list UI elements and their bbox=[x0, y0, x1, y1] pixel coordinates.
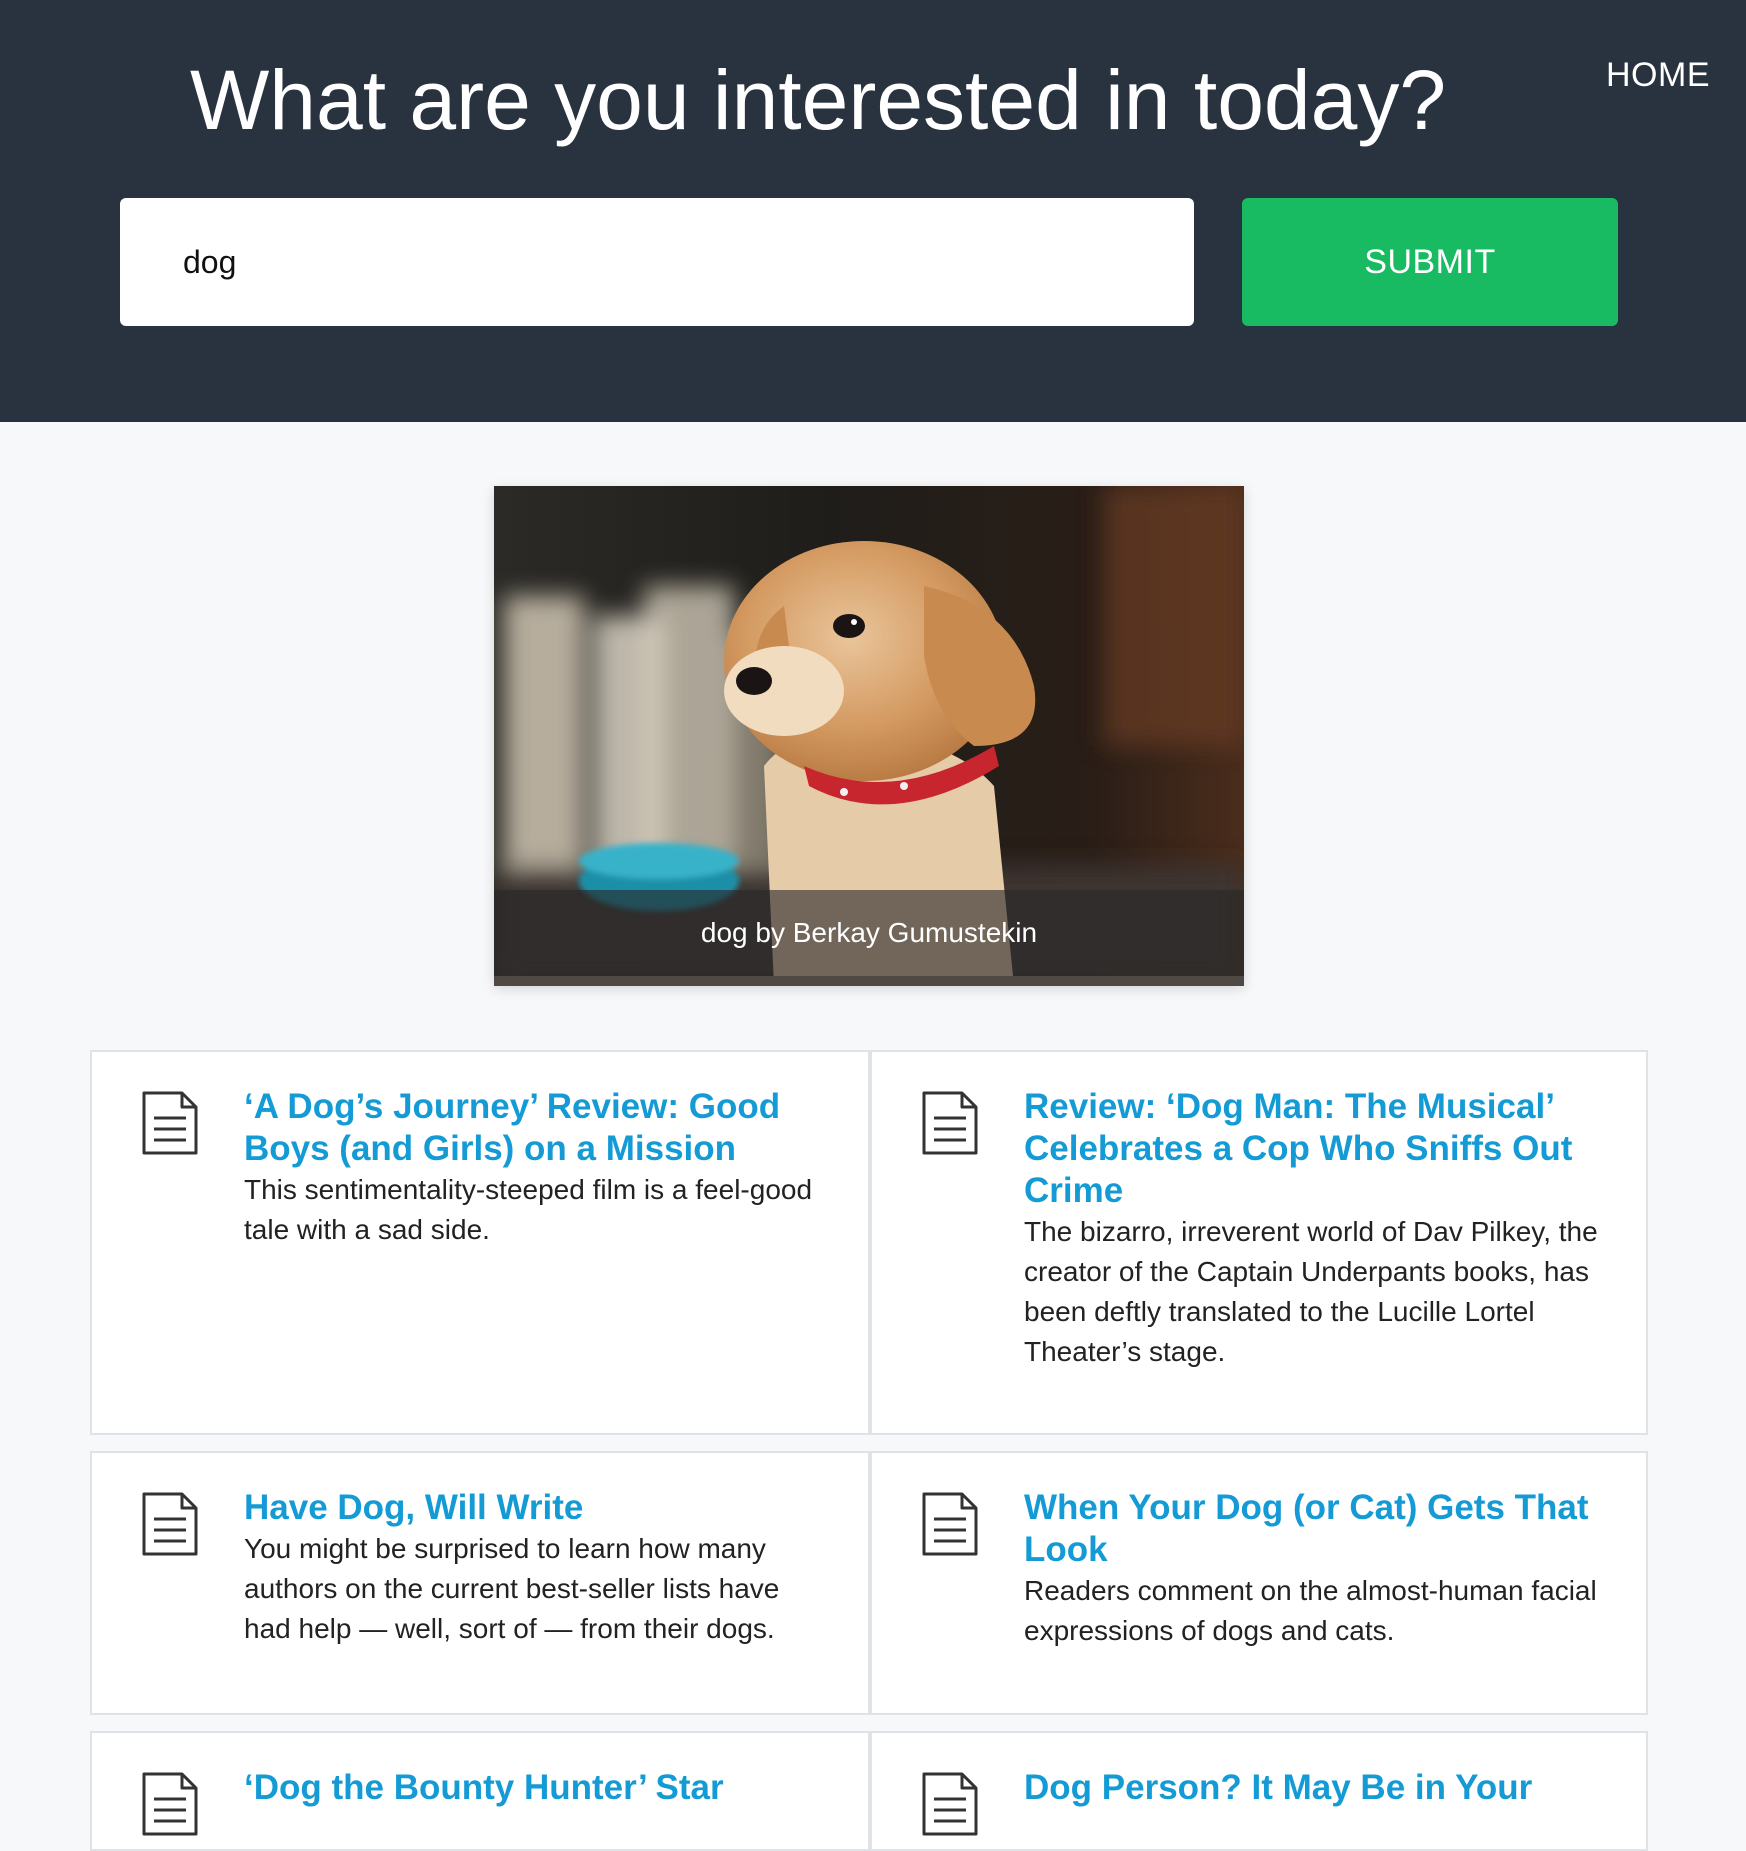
article-card[interactable]: ‘A Dog’s Journey’ Review: Good Boys (and… bbox=[90, 1050, 870, 1435]
article-card[interactable]: When Your Dog (or Cat) Gets That Look Re… bbox=[870, 1451, 1648, 1715]
hero-caption: dog by Berkay Gumustekin bbox=[494, 890, 1244, 976]
article-title[interactable]: ‘A Dog’s Journey’ Review: Good Boys (and… bbox=[244, 1086, 820, 1170]
submit-button[interactable]: SUBMIT bbox=[1242, 198, 1618, 326]
article-description: The bizarro, irreverent world of Dav Pil… bbox=[1024, 1216, 1598, 1367]
article-description: Readers comment on the almost-human faci… bbox=[1024, 1575, 1597, 1646]
article-title[interactable]: Have Dog, Will Write bbox=[244, 1487, 820, 1529]
article-title[interactable]: Dog Person? It May Be in Your bbox=[1024, 1767, 1598, 1809]
article-card[interactable]: Dog Person? It May Be in Your bbox=[870, 1731, 1648, 1851]
document-icon bbox=[922, 1772, 978, 1836]
page-headline: What are you interested in today? bbox=[190, 53, 1447, 147]
article-title[interactable]: ‘Dog the Bounty Hunter’ Star bbox=[244, 1767, 820, 1809]
article-title[interactable]: When Your Dog (or Cat) Gets That Look bbox=[1024, 1487, 1598, 1571]
article-title[interactable]: Review: ‘Dog Man: The Musical’ Celebrate… bbox=[1024, 1086, 1598, 1212]
document-icon bbox=[142, 1091, 198, 1155]
article-card[interactable]: Have Dog, Will Write You might be surpri… bbox=[90, 1451, 870, 1715]
article-card[interactable]: ‘Dog the Bounty Hunter’ Star bbox=[90, 1731, 870, 1851]
document-icon bbox=[922, 1091, 978, 1155]
document-icon bbox=[142, 1492, 198, 1556]
header-banner: HOME What are you interested in today? S… bbox=[0, 0, 1746, 422]
document-icon bbox=[922, 1492, 978, 1556]
home-link[interactable]: HOME bbox=[1606, 56, 1710, 95]
article-card[interactable]: Review: ‘Dog Man: The Musical’ Celebrate… bbox=[870, 1050, 1648, 1435]
search-input[interactable] bbox=[120, 198, 1194, 326]
article-description: You might be surprised to learn how many… bbox=[244, 1533, 780, 1644]
document-icon bbox=[142, 1772, 198, 1836]
hero-bottom-strip bbox=[494, 976, 1244, 986]
hero-image: dog by Berkay Gumustekin bbox=[494, 486, 1244, 986]
article-description: This sentimentality-steeped film is a fe… bbox=[244, 1174, 813, 1245]
